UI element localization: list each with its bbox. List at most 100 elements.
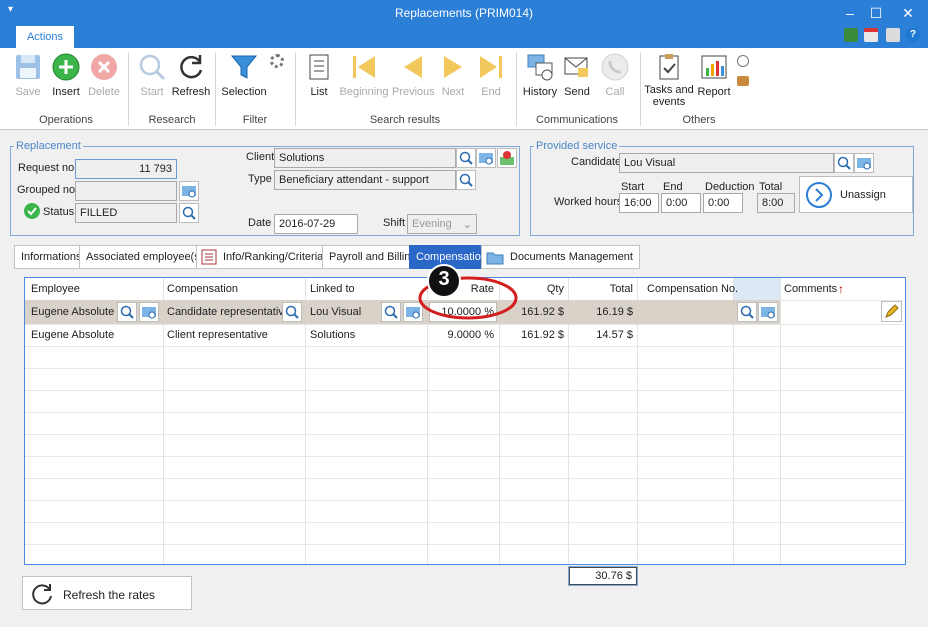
selection-button[interactable]: Selection (220, 52, 268, 102)
tab-actions[interactable]: Actions (16, 26, 74, 48)
status-field[interactable]: FILLED (75, 203, 177, 223)
call-button[interactable]: Call (598, 52, 632, 102)
employee-search-button[interactable] (117, 302, 137, 322)
map-pin-icon (500, 151, 514, 165)
type-search-button[interactable] (456, 170, 476, 190)
employee-folder-button[interactable] (139, 302, 159, 322)
refresh-icon (32, 584, 52, 605)
candidate-search-button[interactable] (834, 153, 854, 173)
window-title: Replacements (PRIM014) (394, 6, 534, 20)
start-button[interactable]: Start (134, 52, 170, 102)
comp-no-search-button[interactable] (737, 302, 757, 322)
tasks-events-button[interactable]: Tasks and events (644, 52, 694, 108)
row-divider (25, 368, 905, 369)
request-no-field[interactable]: 11 793 (75, 159, 177, 179)
total-field: 8:00 (757, 193, 795, 213)
header-comments[interactable]: Comments (780, 278, 841, 300)
row-divider (25, 434, 905, 435)
candidate-field[interactable]: Lou Visual (619, 153, 834, 173)
client-folder-button[interactable] (476, 148, 496, 168)
tab-informations[interactable]: Informations (14, 245, 89, 269)
grouped-no-field[interactable] (75, 181, 177, 201)
compensation-search-button[interactable] (282, 302, 302, 322)
tab-associated-employees[interactable]: Associated employee(s) (79, 245, 211, 269)
refresh-button[interactable]: Refresh (171, 52, 211, 102)
end-button[interactable]: End (474, 52, 508, 102)
minimize-button[interactable]: – (838, 3, 862, 23)
row-divider (25, 456, 905, 457)
list-button[interactable]: List (302, 52, 336, 102)
beginning-button[interactable]: Beginning (338, 52, 390, 102)
help-icon[interactable]: ? (906, 28, 920, 42)
lock-icon[interactable] (886, 28, 900, 42)
calendar-icon[interactable] (864, 28, 878, 42)
gear-icon[interactable] (270, 54, 284, 68)
start-field[interactable]: 16:00 (619, 193, 659, 213)
shift-select[interactable]: Evening ⌄ (407, 214, 477, 234)
edit-comment-button[interactable] (881, 301, 902, 322)
folder-search-button[interactable] (179, 181, 199, 201)
delete-button[interactable]: Delete (86, 52, 122, 102)
cell-total[interactable]: 14.57 $ (569, 324, 637, 346)
header-linked-to[interactable]: Linked to (306, 278, 359, 300)
send-button[interactable]: Send (560, 52, 594, 102)
row-divider (25, 390, 905, 391)
close-button[interactable]: ✕ (896, 3, 920, 23)
cell-compensation[interactable]: Candidate representative (163, 301, 294, 323)
cell-compensation-no[interactable] (643, 324, 651, 346)
separator (295, 52, 296, 126)
date-field[interactable]: 2016-07-29 (274, 214, 358, 234)
sort-arrow-icon[interactable]: ↑ (838, 282, 844, 296)
candidate-folder-button[interactable] (854, 153, 874, 173)
header-total[interactable]: Total (569, 278, 637, 300)
group-filter: Filter (242, 114, 268, 126)
header-compensation[interactable]: Compensation (163, 278, 242, 300)
filter-icon (230, 55, 258, 79)
previous-button[interactable]: Previous (392, 52, 435, 102)
cell-total[interactable]: 16.19 $ (569, 301, 637, 323)
cell-qty[interactable]: 161.92 $ (500, 324, 568, 346)
callout-number: 3 (438, 268, 450, 290)
next-button[interactable]: Next (436, 52, 470, 102)
inbox-icon[interactable] (737, 76, 749, 86)
header-compensation-no[interactable]: Compensation No. (643, 278, 742, 300)
cell-employee[interactable]: Eugene Absolute (27, 324, 118, 346)
save-button[interactable]: Save (10, 52, 46, 102)
cell-linked-to[interactable]: Solutions (306, 324, 359, 346)
shift-label: Shift (383, 217, 406, 229)
refresh-rates-label: Refresh the rates (63, 588, 156, 602)
title-bar: ▾ Replacements (PRIM014) – ☐ ✕ (0, 0, 928, 26)
separator (128, 52, 129, 126)
row-divider (25, 544, 905, 545)
cell-employee[interactable]: Eugene Absolute (27, 301, 118, 323)
refresh-rates-button[interactable]: Refresh the rates (22, 576, 192, 610)
client-map-button[interactable] (497, 148, 517, 168)
tab-info-ranking-criteria[interactable]: Info/Ranking/Criteria (196, 245, 331, 269)
maximize-button[interactable]: ☐ (864, 3, 888, 23)
group-operations: Operations (39, 114, 93, 126)
report-button[interactable]: Report (696, 52, 732, 102)
cell-compensation[interactable]: Client representative (163, 324, 272, 346)
row-divider (25, 522, 905, 523)
row-divider (25, 346, 905, 347)
end-field[interactable]: 0:00 (661, 193, 701, 213)
insert-button[interactable]: Insert (48, 52, 84, 102)
next-icon (444, 56, 462, 78)
cell-rate[interactable]: 9.0000 % (428, 324, 498, 346)
client-search-button[interactable] (456, 148, 476, 168)
total-sum: 30.76 $ (568, 566, 638, 586)
deduction-field[interactable]: 0:00 (703, 193, 743, 213)
cell-compensation-no[interactable] (643, 301, 651, 323)
type-field[interactable]: Beneficiary attendant - support (274, 170, 456, 190)
calculator-icon[interactable] (844, 28, 858, 42)
unassign-button[interactable]: Unassign (799, 176, 913, 213)
cell-linked-to[interactable]: Lou Visual (306, 301, 365, 323)
comp-no-folder-button[interactable] (758, 302, 778, 322)
client-field[interactable]: Solutions (274, 148, 456, 168)
status-search-button[interactable] (179, 203, 199, 223)
linked-search-button[interactable] (381, 302, 401, 322)
header-employee[interactable]: Employee (27, 278, 84, 300)
history-button[interactable]: History (520, 52, 560, 102)
history-icon (527, 54, 553, 81)
clock-icon[interactable] (737, 55, 749, 67)
